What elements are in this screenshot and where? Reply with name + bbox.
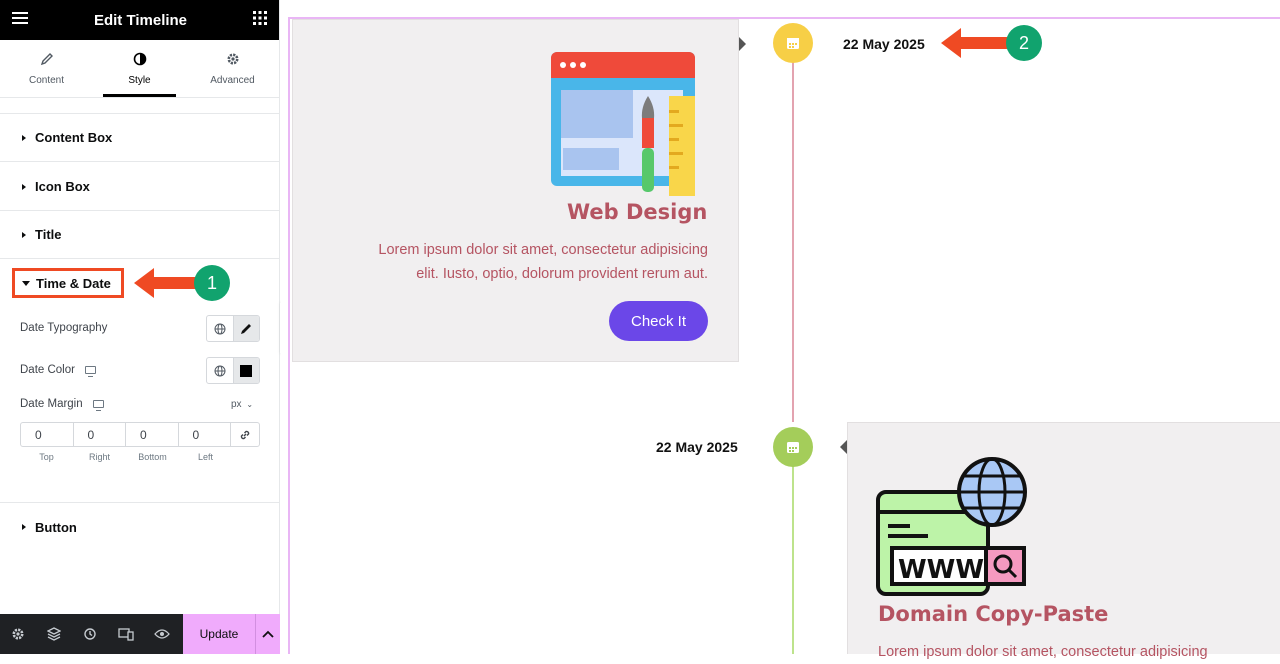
card-text-line: Lorem ipsum dolor sit amet, consectetur … [378, 242, 708, 258]
calendar-icon [787, 442, 799, 453]
pencil-icon [40, 52, 54, 69]
globe-icon[interactable] [207, 316, 233, 341]
date-typography-control: Date Typography [20, 322, 107, 334]
caret-right-icon [22, 231, 26, 238]
layers-icon[interactable] [36, 614, 72, 654]
caret-right-icon [22, 524, 26, 530]
panel-footer: Update [0, 614, 280, 654]
annotation-badge-1: 1 [194, 265, 230, 301]
date-color-buttons [206, 357, 260, 384]
responsive-icon[interactable] [108, 614, 144, 654]
chevron-down-icon: ⌄ [246, 400, 254, 409]
card-text-line: elit. Iusto, optio, dolorum provident re… [416, 266, 708, 282]
section-label: Button [35, 519, 77, 535]
desktop-icon [92, 400, 104, 411]
margin-left-label: Left [197, 452, 213, 462]
section-label: Title [35, 227, 62, 242]
tabs-spacer [0, 98, 279, 114]
check-it-button[interactable]: Check It [609, 301, 708, 341]
calendar-icon [787, 38, 799, 49]
preview-eye-icon[interactable] [144, 614, 180, 654]
tab-content[interactable]: Content [0, 40, 93, 97]
card-title: Domain Copy-Paste [878, 602, 1109, 626]
editor-panel: Edit Timeline Content Style Advanced Con… [0, 0, 280, 654]
card-text: Lorem ipsum dolor sit amet, consectetur … [878, 640, 1208, 664]
annotation-arrow-2 [941, 28, 1007, 58]
card-text-line: Lorem ipsum dolor sit amet, consectetur … [878, 644, 1208, 660]
link-icon[interactable] [231, 423, 259, 446]
annotation-badge-2: 2 [1006, 25, 1042, 61]
caret-down-icon [22, 280, 30, 286]
date-color-control: Date Color [20, 364, 96, 377]
caret-right-icon [22, 134, 26, 141]
desktop-icon [84, 366, 96, 377]
settings-icon[interactable] [0, 614, 36, 654]
unit-select[interactable]: px ⌄ [231, 399, 253, 410]
unit-value: px [231, 399, 242, 410]
section-button[interactable]: Button [0, 503, 280, 551]
margin-top-label: Top [39, 452, 54, 462]
timeline-line-upper [792, 62, 794, 422]
control-label: Date Margin [20, 398, 83, 410]
tab-content-label: Content [28, 74, 65, 86]
section-label: Content Box [35, 130, 113, 145]
margin-bottom-input[interactable]: 0 [126, 423, 179, 446]
annotation-arrow-1 [134, 268, 198, 298]
gear-icon [226, 52, 240, 69]
panel-header: Edit Timeline [0, 0, 279, 40]
contrast-icon [133, 52, 147, 69]
caret-right-icon [22, 183, 26, 190]
color-swatch[interactable] [232, 358, 259, 383]
hamburger-menu-icon[interactable] [12, 11, 28, 30]
tab-style[interactable]: Style [93, 40, 186, 97]
margin-top-input[interactable]: 0 [21, 423, 74, 446]
svg-text:WWW: WWW [898, 555, 984, 585]
edit-pencil-icon[interactable] [232, 316, 259, 341]
timeline-dot [773, 23, 813, 63]
control-label: Date Color [20, 364, 75, 376]
timeline-line-lower [792, 466, 794, 654]
margin-right-input[interactable]: 0 [74, 423, 126, 446]
panel-tabs: Content Style Advanced [0, 40, 279, 98]
control-label: Date Typography [20, 322, 108, 334]
globe-icon[interactable] [207, 358, 233, 383]
timeline-dot [773, 427, 813, 467]
history-icon[interactable] [72, 614, 108, 654]
domain-illustration: WWW [876, 457, 1027, 596]
update-button[interactable]: Update [183, 614, 255, 654]
tab-advanced[interactable]: Advanced [186, 40, 279, 97]
tab-style-label: Style [128, 74, 151, 86]
section-label: Time & Date [36, 275, 111, 291]
margin-right-label: Right [88, 452, 110, 462]
card-title: Web Design [567, 200, 708, 224]
card-pointer [739, 37, 746, 51]
section-content-box[interactable]: Content Box [0, 114, 280, 162]
date-typography-buttons [206, 315, 260, 342]
timeline-date: 22 May 2025 [656, 439, 738, 455]
grid-apps-icon[interactable] [252, 10, 267, 30]
section-label: Icon Box [35, 179, 90, 194]
margin-bottom-label: Bottom [138, 452, 167, 462]
web-design-illustration [551, 52, 695, 196]
margin-inputs: 0 0 0 0 [20, 422, 260, 447]
date-margin-control: Date Margin [20, 398, 104, 411]
section-time-date[interactable]: Time & Date [12, 268, 124, 298]
timeline-date: 22 May 2025 [843, 36, 925, 52]
card-pointer [840, 440, 847, 454]
card-text: Lorem ipsum dolor sit amet, consectetur … [337, 238, 708, 286]
color-swatch-fill [240, 364, 253, 377]
panel-title: Edit Timeline [93, 11, 188, 29]
tab-advanced-label: Advanced [210, 74, 255, 86]
section-title[interactable]: Title [0, 211, 280, 259]
chevron-up-icon[interactable] [255, 614, 280, 654]
margin-left-input[interactable]: 0 [179, 423, 231, 446]
section-icon-box[interactable]: Icon Box [0, 163, 280, 211]
